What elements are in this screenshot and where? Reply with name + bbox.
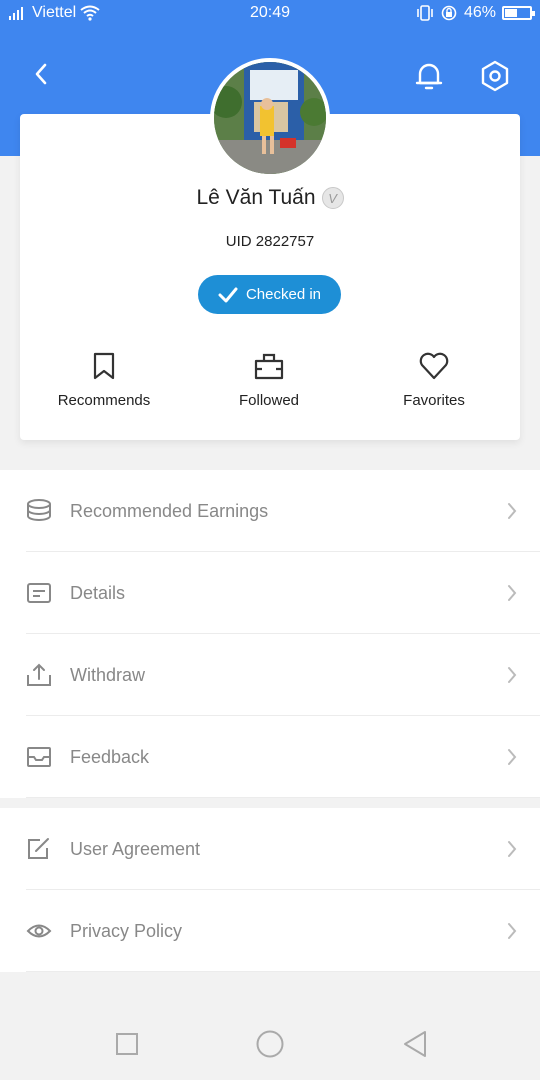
avatar[interactable]: [210, 58, 330, 178]
menu-item-label: Feedback: [70, 746, 150, 767]
menu-item-label: Privacy Policy: [70, 920, 183, 941]
menu-item-details[interactable]: Details: [0, 552, 540, 634]
chevron-right-icon: [508, 841, 517, 857]
upload-tray-icon: [27, 663, 51, 686]
profile-name-row: Lê Văn Tuấn V: [0, 186, 540, 210]
notification-button[interactable]: [412, 58, 446, 94]
divider: [26, 971, 540, 972]
menu-item-withdraw[interactable]: Withdraw: [0, 634, 540, 716]
stat-label: Followed: [238, 392, 300, 409]
chevron-right-icon: [508, 585, 517, 601]
eye-icon: [26, 924, 52, 938]
chevron-right-icon: [508, 667, 517, 683]
battery-percent: 46%: [463, 4, 496, 21]
vibrate-icon: [417, 5, 433, 21]
bookmark-icon: [93, 352, 115, 380]
status-bar: Viettel 20:49 46%: [0, 0, 540, 28]
menu-group-legal: User Agreement Privacy Policy: [0, 808, 540, 972]
back-triangle-icon[interactable]: [400, 1029, 430, 1059]
checkmark-icon: [218, 287, 238, 302]
stat-recommends[interactable]: Recommends: [34, 350, 174, 409]
avatar-photo: [214, 62, 326, 174]
chevron-right-icon: [508, 503, 517, 519]
battery-icon: [502, 6, 535, 20]
recents-square-icon[interactable]: [112, 1029, 142, 1059]
rotation-lock-icon: [441, 5, 457, 21]
back-button[interactable]: [26, 58, 56, 90]
menu-item-user-agreement[interactable]: User Agreement: [0, 808, 540, 890]
menu-item-label: User Agreement: [70, 838, 201, 859]
menu-item-recommended-earnings[interactable]: Recommended Earnings: [0, 470, 540, 552]
menu-item-label: Withdraw: [70, 664, 146, 685]
menu-group-account: Recommended Earnings Details Withdraw Fe…: [0, 470, 540, 798]
stat-label: Favorites: [403, 392, 465, 409]
status-right: 46%: [416, 4, 535, 22]
battery-level: [505, 9, 517, 17]
menu-item-label: Recommended Earnings: [70, 500, 269, 521]
chevron-left-icon: [35, 63, 47, 85]
home-circle-icon[interactable]: [255, 1029, 285, 1059]
verified-badge: V: [321, 187, 344, 209]
bag-icon: [254, 353, 284, 380]
heart-icon: [419, 352, 449, 380]
edit-icon: [28, 838, 49, 859]
stat-label: Recommends: [57, 392, 151, 409]
system-navigation-bar: [0, 1000, 540, 1080]
menu-item-privacy-policy[interactable]: Privacy Policy: [0, 890, 540, 972]
bell-icon: [415, 63, 443, 90]
divider: [26, 797, 540, 798]
stat-followed[interactable]: Followed: [199, 350, 339, 409]
profile-name: Lê Văn Tuấn: [196, 186, 316, 209]
coins-icon: [27, 499, 51, 521]
checkin-label: Checked in: [245, 286, 322, 303]
list-card-icon: [27, 583, 51, 603]
checkin-button[interactable]: Checked in: [198, 275, 341, 314]
stat-favorites[interactable]: Favorites: [364, 350, 504, 409]
user-id: UID 2822757: [225, 233, 315, 250]
chevron-right-icon: [508, 923, 517, 939]
menu-item-feedback[interactable]: Feedback: [0, 716, 540, 798]
inbox-icon: [27, 747, 51, 767]
hexagon-gear-icon: [481, 60, 509, 92]
menu-item-label: Details: [70, 582, 126, 603]
settings-button[interactable]: [478, 58, 512, 94]
chevron-right-icon: [508, 749, 517, 765]
